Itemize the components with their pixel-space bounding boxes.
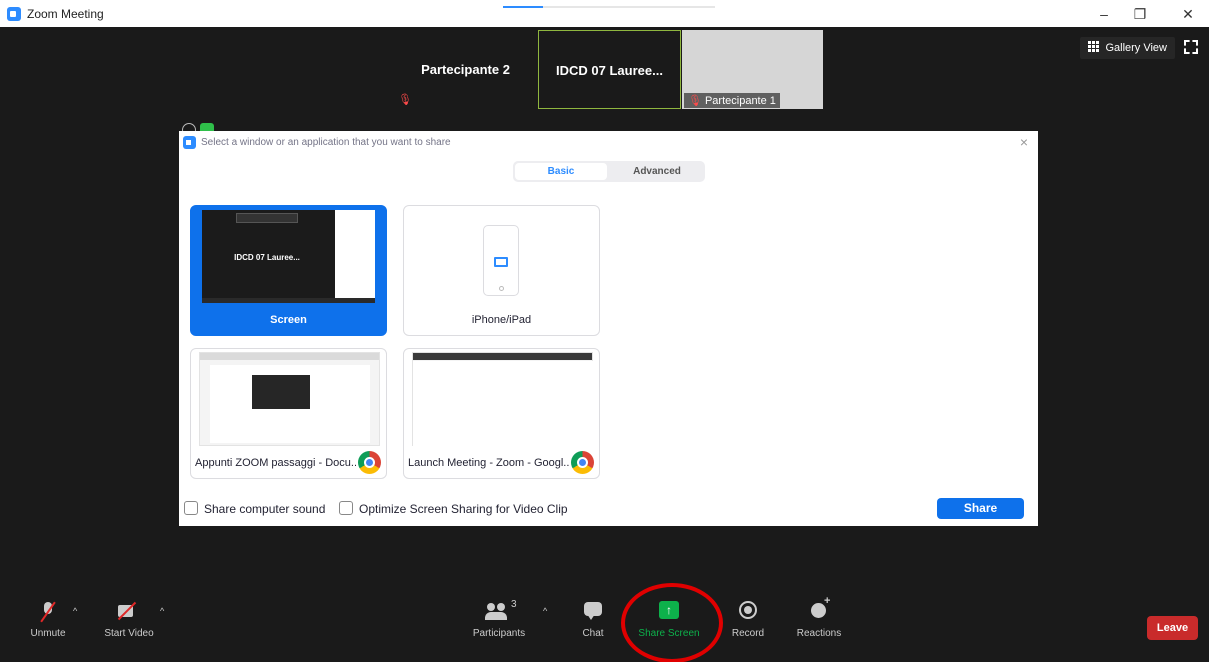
record-button[interactable]: Record — [730, 600, 766, 639]
loading-progress — [503, 6, 715, 8]
participants-count: 3 — [511, 599, 517, 610]
close-window-button[interactable]: ✕ — [1173, 4, 1203, 24]
share-screen-dialog: Select a window or an application that y… — [179, 131, 1038, 526]
reactions-button[interactable]: Reactions — [794, 595, 844, 639]
annotation-highlight-circle — [621, 583, 723, 662]
title-bar: Zoom Meeting – ❐ ✕ — [0, 0, 1209, 27]
optimize-video-label: Optimize Screen Sharing for Video Clip — [359, 502, 568, 516]
muted-mic-icon: 🎙 — [398, 94, 412, 106]
restore-button[interactable]: ❐ — [1125, 4, 1155, 24]
zoom-app-icon — [7, 7, 21, 21]
video-tile-active-speaker[interactable]: IDCD 07 Lauree... — [538, 30, 681, 109]
reactions-icon — [809, 595, 830, 622]
share-sound-checkbox[interactable] — [184, 501, 198, 515]
share-option-launch-meeting-window[interactable]: Launch Meeting - Zoom - Googl... — [403, 348, 600, 479]
leave-button[interactable]: Leave — [1147, 616, 1198, 640]
record-icon — [739, 600, 757, 622]
chat-button[interactable]: Chat — [578, 600, 608, 639]
option-label: Appunti ZOOM passaggi - Docu... — [195, 457, 356, 469]
share-option-iphone-ipad[interactable]: iPhone/iPad — [403, 205, 600, 336]
video-options-caret[interactable]: ^ — [160, 606, 164, 616]
dialog-header: Select a window or an application that y… — [179, 131, 1038, 153]
dialog-title: Select a window or an application that y… — [201, 137, 451, 148]
meeting-toolbar: Unmute ^ Start Video ^ 3 Participants ^ … — [0, 592, 1209, 662]
share-sound-label: Share computer sound — [204, 502, 326, 516]
optimize-video-checkbox[interactable] — [339, 501, 353, 515]
window-preview — [412, 352, 594, 447]
zoom-app-icon — [183, 136, 196, 149]
audio-options-caret[interactable]: ^ — [73, 606, 77, 616]
option-label: iPhone/iPad — [471, 314, 532, 326]
participants-caret[interactable]: ^ — [543, 606, 547, 616]
tab-basic[interactable]: Basic — [515, 163, 607, 180]
share-mode-tabs: Basic Advanced — [513, 161, 705, 182]
dialog-footer: Share computer sound Optimize Screen Sha… — [179, 496, 1038, 526]
participant-name: IDCD 07 Lauree... — [556, 63, 663, 78]
share-button[interactable]: Share — [937, 498, 1024, 519]
dialog-close-button[interactable]: × — [1020, 134, 1028, 150]
muted-mic-icon: 🎙 — [688, 95, 702, 107]
window-preview — [199, 352, 380, 446]
option-label: Launch Meeting - Zoom - Googl... — [408, 457, 569, 469]
participant-name: Partecipante 2 — [421, 62, 510, 77]
option-label: Screen — [270, 314, 307, 326]
participants-icon: 3 — [485, 599, 517, 622]
unmute-button[interactable]: Unmute — [28, 600, 68, 639]
video-tile-partecipante-1[interactable]: 🎙 Partecipante 1 — [682, 30, 823, 109]
window-title: Zoom Meeting — [27, 7, 104, 21]
grid-icon — [1088, 41, 1100, 52]
participant-label: 🎙 Partecipante 1 — [684, 93, 780, 108]
video-tile-partecipante-2[interactable]: Partecipante 2 🎙 — [394, 30, 537, 109]
chrome-icon — [358, 451, 381, 474]
fullscreen-icon[interactable] — [1184, 40, 1198, 54]
minimize-button[interactable]: – — [1089, 4, 1119, 24]
screen-preview: IDCD 07 Lauree... — [202, 210, 375, 303]
share-option-screen[interactable]: IDCD 07 Lauree... Screen — [190, 205, 387, 336]
start-video-button[interactable]: Start Video — [99, 600, 159, 639]
video-off-icon — [116, 600, 142, 622]
share-option-docs-window[interactable]: Appunti ZOOM passaggi - Docu... — [190, 348, 387, 479]
gallery-view-button[interactable]: Gallery View — [1080, 37, 1175, 59]
chrome-icon — [571, 451, 594, 474]
phone-icon — [483, 225, 519, 296]
participants-button[interactable]: 3 Participants — [468, 599, 530, 639]
tab-advanced[interactable]: Advanced — [611, 163, 703, 180]
muted-mic-icon — [39, 600, 57, 622]
chat-icon — [584, 600, 602, 622]
airplay-icon — [494, 257, 508, 267]
